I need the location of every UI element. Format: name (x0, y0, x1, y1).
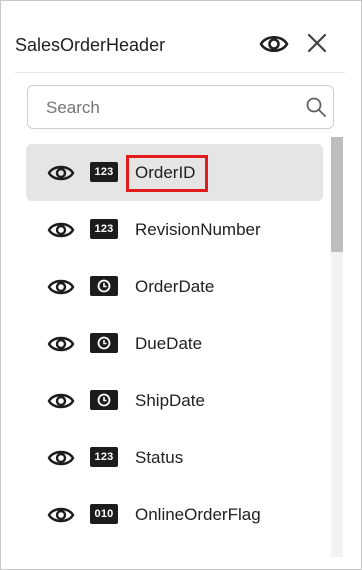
eye-icon[interactable] (47, 162, 75, 184)
eye-icon[interactable] (47, 276, 75, 298)
field-item[interactable]: 123 Status (26, 429, 323, 486)
field-label: OnlineOrderFlag (135, 505, 261, 524)
eye-icon[interactable] (47, 333, 75, 355)
panel-title: SalesOrderHeader (15, 35, 166, 55)
field-list-panel: SalesOrderHeader 123OrderID123RevisionNu… (0, 0, 362, 570)
eye-icon[interactable] (47, 219, 75, 241)
field-item[interactable]: ShipDate (26, 372, 323, 429)
eye-icon[interactable] (259, 32, 289, 56)
field-item[interactable]: DueDate (26, 315, 323, 372)
number-type-icon: 123 (90, 162, 118, 182)
field-item[interactable]: OrderDate (26, 258, 323, 315)
field-item[interactable]: 123 RevisionNumber (26, 201, 323, 258)
number-type-icon: 123 (90, 447, 118, 467)
datetime-type-icon (90, 276, 118, 296)
eye-icon[interactable] (47, 447, 75, 469)
field-list: 123 OrderID 123 RevisionNumber OrderDate DueD… (26, 144, 323, 551)
search-box (27, 85, 334, 129)
field-label: OrderDate (135, 277, 215, 296)
search-icon[interactable] (305, 96, 327, 118)
boolean-type-icon: 010 (90, 504, 118, 524)
number-type-icon: 123 (90, 219, 118, 239)
close-icon[interactable] (306, 32, 328, 54)
highlight-box (126, 155, 208, 192)
datetime-type-icon (90, 390, 118, 410)
eye-icon[interactable] (47, 504, 75, 526)
datetime-type-icon (90, 333, 118, 353)
scrollbar-thumb[interactable] (331, 137, 343, 252)
field-label: ShipDate (135, 391, 205, 410)
field-label: Status (135, 448, 184, 467)
search-input[interactable] (46, 96, 296, 120)
field-label: DueDate (135, 334, 203, 353)
field-item[interactable]: 010 OnlineOrderFlag (26, 486, 323, 543)
panel-header: SalesOrderHeader (15, 21, 345, 73)
eye-icon[interactable] (47, 390, 75, 412)
field-label: RevisionNumber (135, 220, 261, 239)
